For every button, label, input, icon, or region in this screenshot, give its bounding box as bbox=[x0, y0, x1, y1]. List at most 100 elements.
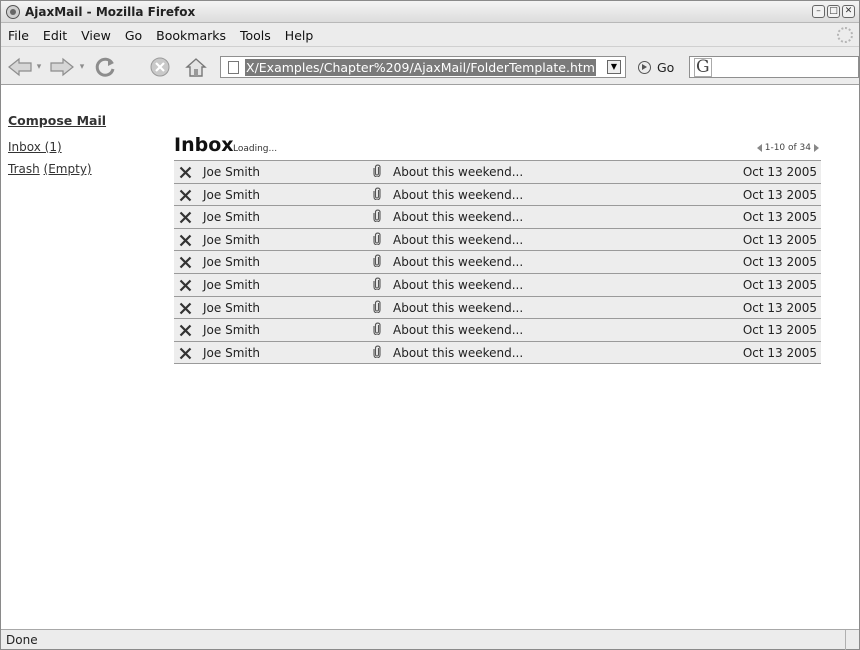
message-row[interactable]: Joe Smith About this weekend... Oct 13 200… bbox=[174, 251, 821, 274]
menu-go[interactable]: Go bbox=[123, 28, 144, 43]
message-date: Oct 13 2005 bbox=[742, 323, 817, 338]
url-input[interactable]: X/Examples/Chapter%209/AjaxMail/FolderTe… bbox=[245, 58, 596, 76]
message-row[interactable]: Joe Smith About this weekend... Oct 13 200… bbox=[174, 296, 821, 320]
inbox-link[interactable]: Inbox (1) bbox=[8, 140, 62, 154]
folder-title: Inbox bbox=[174, 134, 234, 156]
firefox-icon bbox=[6, 4, 20, 19]
url-history-dropdown-icon[interactable]: ▼ bbox=[607, 60, 621, 74]
message-subject[interactable]: About this weekend... bbox=[393, 301, 523, 315]
page-icon bbox=[228, 60, 239, 74]
message-row[interactable]: Joe Smith About this weekend... Oct 13 200… bbox=[174, 183, 821, 207]
delete-icon[interactable] bbox=[179, 347, 192, 360]
status-resize-grip[interactable] bbox=[845, 630, 859, 650]
message-subject[interactable]: About this weekend... bbox=[393, 346, 523, 360]
page-content: Compose Mail Inbox (1) Trash (Empty) Inb… bbox=[1, 84, 859, 629]
home-button[interactable] bbox=[183, 55, 209, 79]
navigation-toolbar: ▾ ▾ X/Examples/Chapter%209/AjaxMail/Fold… bbox=[1, 46, 859, 84]
home-icon bbox=[185, 58, 207, 77]
menu-view[interactable]: View bbox=[79, 28, 113, 43]
message-subject[interactable]: About this weekend... bbox=[393, 323, 523, 337]
message-subject[interactable]: About this weekend... bbox=[393, 255, 523, 269]
google-search-icon[interactable]: G bbox=[694, 58, 712, 77]
back-dropdown-icon[interactable]: ▾ bbox=[35, 55, 43, 79]
delete-icon[interactable] bbox=[179, 234, 192, 247]
menu-bar: File Edit View Go Bookmarks Tools Help bbox=[1, 24, 859, 46]
window-title: AjaxMail - Mozilla Firefox bbox=[25, 4, 196, 19]
message-subject[interactable]: About this weekend... bbox=[393, 165, 523, 179]
maximize-button[interactable]: □ bbox=[827, 5, 840, 18]
throbber-icon bbox=[837, 27, 853, 43]
next-page-icon[interactable] bbox=[814, 144, 819, 152]
message-row[interactable]: Joe Smith About this weekend... Oct 13 200… bbox=[174, 206, 821, 229]
message-row[interactable]: Joe Smith About this weekend... Oct 13 200… bbox=[174, 161, 821, 184]
trash-link[interactable]: Trash bbox=[8, 162, 40, 176]
message-from: Joe Smith bbox=[203, 323, 261, 338]
back-button[interactable] bbox=[7, 55, 33, 79]
message-from: Joe Smith bbox=[203, 345, 261, 360]
menu-bookmarks[interactable]: Bookmarks bbox=[154, 28, 228, 43]
menu-tools[interactable]: Tools bbox=[238, 28, 273, 43]
folder-trash: Trash (Empty) bbox=[8, 162, 92, 176]
delete-icon[interactable] bbox=[179, 166, 192, 179]
go-button[interactable]: Go bbox=[657, 60, 674, 75]
attachment-icon bbox=[373, 187, 381, 200]
window-controls: – □ ✕ bbox=[812, 5, 855, 18]
forward-button[interactable] bbox=[49, 55, 75, 79]
message-date: Oct 13 2005 bbox=[742, 277, 817, 292]
delete-icon[interactable] bbox=[179, 189, 192, 202]
address-bar[interactable]: X/Examples/Chapter%209/AjaxMail/FolderTe… bbox=[220, 56, 626, 78]
message-date: Oct 13 2005 bbox=[742, 165, 817, 179]
title-bar: AjaxMail - Mozilla Firefox – □ ✕ bbox=[1, 1, 859, 23]
delete-icon[interactable] bbox=[179, 211, 192, 224]
attachment-icon bbox=[373, 232, 381, 245]
message-list: Joe Smith About this weekend... Oct 13 200… bbox=[174, 160, 821, 365]
previous-page-icon[interactable] bbox=[756, 144, 762, 152]
delete-icon[interactable] bbox=[179, 256, 192, 269]
message-date: Oct 13 2005 bbox=[742, 345, 817, 360]
reload-icon bbox=[95, 57, 115, 77]
forward-dropdown-icon[interactable]: ▾ bbox=[78, 55, 86, 79]
menu-help[interactable]: Help bbox=[283, 28, 316, 43]
message-date: Oct 13 2005 bbox=[742, 187, 817, 202]
close-button[interactable]: ✕ bbox=[842, 5, 855, 18]
message-from: Joe Smith bbox=[203, 210, 261, 225]
minimize-button[interactable]: – bbox=[812, 5, 825, 18]
attachment-icon bbox=[373, 300, 381, 313]
loading-indicator: Loading... bbox=[233, 144, 278, 154]
browser-window: AjaxMail - Mozilla Firefox – □ ✕ File Ed… bbox=[0, 0, 860, 650]
attachment-icon bbox=[373, 345, 381, 358]
delete-icon[interactable] bbox=[179, 302, 192, 315]
delete-icon[interactable] bbox=[179, 279, 192, 292]
stop-button[interactable] bbox=[148, 55, 172, 79]
back-arrow-icon bbox=[8, 57, 32, 77]
menu-file[interactable]: File bbox=[6, 28, 31, 43]
compose-mail-link[interactable]: Compose Mail bbox=[8, 113, 106, 128]
search-bar[interactable]: G bbox=[689, 56, 859, 78]
go-icon[interactable] bbox=[638, 61, 651, 74]
delete-icon[interactable] bbox=[179, 324, 192, 337]
folder-inbox: Inbox (1) bbox=[8, 140, 62, 154]
menu-edit[interactable]: Edit bbox=[41, 28, 69, 43]
reload-button[interactable] bbox=[92, 55, 118, 79]
message-row[interactable]: Joe Smith About this weekend... Oct 13 200… bbox=[174, 319, 821, 342]
message-row[interactable]: Joe Smith About this weekend... Oct 13 200… bbox=[174, 273, 821, 297]
message-date: Oct 13 2005 bbox=[742, 300, 817, 315]
message-subject[interactable]: About this weekend... bbox=[393, 278, 523, 292]
message-subject[interactable]: About this weekend... bbox=[393, 233, 523, 247]
message-row[interactable]: Joe Smith About this weekend... Oct 13 200… bbox=[174, 228, 821, 252]
attachment-icon bbox=[373, 209, 381, 223]
attachment-icon bbox=[373, 164, 381, 177]
message-subject[interactable]: About this weekend... bbox=[393, 188, 523, 202]
pager-text: 1-10 of 34 bbox=[764, 143, 811, 153]
message-date: Oct 13 2005 bbox=[742, 210, 817, 225]
empty-trash-link[interactable]: (Empty) bbox=[44, 162, 92, 176]
message-from: Joe Smith bbox=[203, 255, 261, 270]
pager: 1-10 of 34 bbox=[756, 143, 819, 153]
attachment-icon bbox=[373, 277, 381, 290]
message-date: Oct 13 2005 bbox=[742, 232, 817, 247]
message-row[interactable]: Joe Smith About this weekend... Oct 13 200… bbox=[174, 341, 821, 365]
message-from: Joe Smith bbox=[203, 187, 261, 202]
message-subject[interactable]: About this weekend... bbox=[393, 210, 523, 224]
message-from: Joe Smith bbox=[203, 232, 261, 247]
message-date: Oct 13 2005 bbox=[742, 255, 817, 270]
